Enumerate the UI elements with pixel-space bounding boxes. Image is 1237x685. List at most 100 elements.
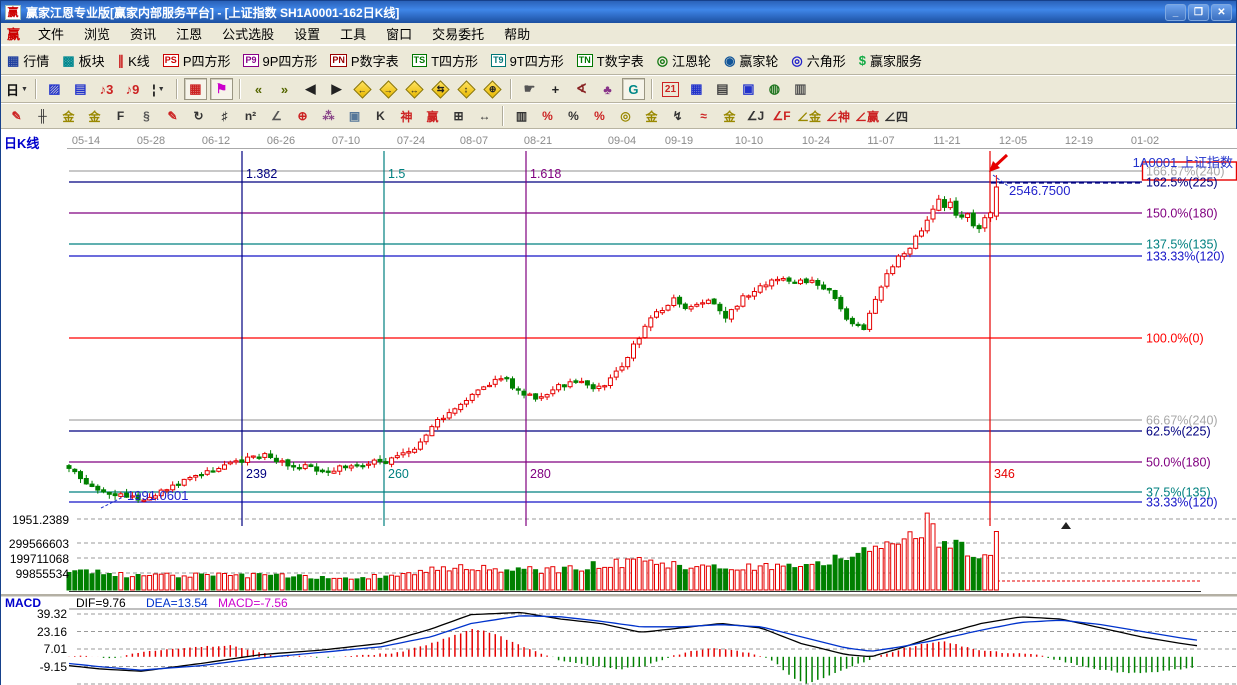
- menu-app-icon: 赢: [1, 24, 28, 43]
- angle-measure-button[interactable]: ∢: [570, 78, 593, 100]
- ying-tool-button[interactable]: 赢: [421, 106, 444, 126]
- gold-wave-button[interactable]: ≈: [692, 106, 715, 126]
- toolbar-btn-sectors[interactable]: ▩板块: [62, 51, 104, 70]
- spiral-grid-button[interactable]: §: [135, 106, 158, 126]
- angle-ying-button[interactable]: ∠赢: [854, 106, 880, 126]
- bar-grid-button[interactable]: ♯: [213, 106, 236, 126]
- menu-item-7[interactable]: 窗口: [376, 22, 422, 45]
- compress-horizontal-button[interactable]: ⇆: [429, 78, 452, 100]
- calculator-button[interactable]: ▦: [685, 78, 708, 100]
- boxed-star-button[interactable]: ▣: [343, 106, 366, 126]
- percent-line-b-button[interactable]: %: [588, 106, 611, 126]
- trend-pattern-button[interactable]: ▨: [43, 78, 66, 100]
- toolbar-btn-9t-square[interactable]: T99T四方形: [491, 51, 564, 70]
- bars-9-button[interactable]: ♪9: [121, 78, 144, 100]
- angle-four-icon: ∠四: [884, 108, 908, 125]
- menu-item-6[interactable]: 工具: [330, 22, 376, 45]
- toolbar-btn-9p-square[interactable]: P99P四方形: [243, 51, 317, 70]
- gold-grid-a-button[interactable]: 金: [57, 106, 80, 126]
- f-grid-button[interactable]: F: [109, 106, 132, 126]
- nav-last-button[interactable]: »: [273, 78, 296, 100]
- angle-shen-button[interactable]: ∠神: [825, 106, 851, 126]
- print-button[interactable]: ▥: [789, 78, 812, 100]
- bars-3-button[interactable]: ♪3: [95, 78, 118, 100]
- close-button[interactable]: ✕: [1211, 4, 1232, 21]
- split-tool-button[interactable]: ↯: [666, 106, 689, 126]
- toolbar-btn-kline[interactable]: ∥K线: [118, 51, 150, 70]
- svg-text:11-21: 11-21: [933, 135, 960, 147]
- menu-item-1[interactable]: 浏览: [74, 22, 120, 45]
- fit-screen-button[interactable]: ⊕: [481, 78, 504, 100]
- shift-left-button[interactable]: ←: [351, 78, 374, 100]
- calendar-button[interactable]: 21: [659, 78, 682, 100]
- memo-button[interactable]: ▤: [711, 78, 734, 100]
- sectors-label: 板块: [79, 51, 105, 70]
- gold-grid-b-button[interactable]: 金: [83, 106, 106, 126]
- percent-line-a-button[interactable]: %: [536, 106, 559, 126]
- title-bar[interactable]: 赢 赢家江恩专业版[赢家内部服务平台] - [上证指数 SH1A0001-162…: [1, 1, 1236, 23]
- column-table-button[interactable]: ▥: [510, 106, 533, 126]
- gold-circle-button[interactable]: ◎: [614, 106, 637, 126]
- toolbar-btn-winner-service[interactable]: $赢家服务: [859, 51, 922, 70]
- toolbar-btn-p-square[interactable]: PSP四方形: [163, 51, 231, 70]
- quotes-icon: ▦: [7, 53, 19, 68]
- k-notes-button[interactable]: K: [369, 106, 392, 126]
- number-grid-button[interactable]: ⊞: [447, 106, 470, 126]
- gold-underline-button[interactable]: 金: [718, 106, 741, 126]
- expand-vertical-button[interactable]: ↕: [455, 78, 478, 100]
- gold-grid-a-icon: 金: [62, 108, 74, 125]
- period-day-button[interactable]: 日▼: [5, 78, 29, 100]
- candle-style-button[interactable]: ¦▼: [147, 78, 170, 100]
- expand-horizontal-button[interactable]: ↔: [403, 78, 426, 100]
- drag-hand-button[interactable]: ☛: [518, 78, 541, 100]
- shift-right-button[interactable]: →: [377, 78, 400, 100]
- angle-f-button[interactable]: ∠F: [770, 106, 793, 126]
- save-button[interactable]: ▣: [737, 78, 760, 100]
- draw-pencil-2-button[interactable]: ✎: [161, 106, 184, 126]
- menu-item-2[interactable]: 资讯: [120, 22, 166, 45]
- nav-prev-button[interactable]: ◀: [299, 78, 322, 100]
- menu-item-8[interactable]: 交易委托: [422, 22, 494, 45]
- info-panel-button[interactable]: ▤: [69, 78, 92, 100]
- menu-item-3[interactable]: 江恩: [166, 22, 212, 45]
- span-arrows-button[interactable]: ↔: [473, 106, 496, 126]
- time-circle-button[interactable]: ↻: [187, 106, 210, 126]
- gann-pattern-button[interactable]: ▦: [184, 78, 207, 100]
- gann-ruler-button[interactable]: ╫: [31, 106, 54, 126]
- toolbar-btn-p-number-table[interactable]: PNP数字表: [330, 51, 398, 70]
- angle-gold-button[interactable]: ∠金: [796, 106, 822, 126]
- red-compass-button[interactable]: ⊕: [291, 106, 314, 126]
- toolbar-btn-quotes[interactable]: ▦行情: [7, 51, 49, 70]
- angle-four-button[interactable]: ∠四: [883, 106, 909, 126]
- smart-analysis-button[interactable]: G: [622, 78, 645, 100]
- web-export-button[interactable]: ◍: [763, 78, 786, 100]
- toolbar-btn-winner-wheel[interactable]: ◉赢家轮: [724, 51, 778, 70]
- crosshair-button[interactable]: +: [544, 78, 567, 100]
- toolbar-btn-t-square[interactable]: TST四方形: [412, 51, 478, 70]
- shen-tool-button[interactable]: 神: [395, 106, 418, 126]
- n-square-button[interactable]: n²: [239, 106, 262, 126]
- toolbar-btn-hexagon[interactable]: ◎六角形: [791, 51, 845, 70]
- nav-first-button[interactable]: «: [247, 78, 270, 100]
- angle-lines-button[interactable]: ∠: [265, 106, 288, 126]
- nav-next-button[interactable]: ▶: [325, 78, 348, 100]
- app-icon: 赢: [5, 5, 21, 20]
- gold-levels-button[interactable]: 金: [640, 106, 663, 126]
- menu-item-5[interactable]: 设置: [284, 22, 330, 45]
- strategy-tree-button[interactable]: ♣: [596, 78, 619, 100]
- menu-item-4[interactable]: 公式选股: [212, 22, 284, 45]
- pane-divider[interactable]: [1, 594, 1237, 597]
- draw-pencil-button[interactable]: ✎: [5, 106, 28, 126]
- toolbar-btn-t-number-table[interactable]: TNT数字表: [577, 51, 644, 70]
- star-tool-button[interactable]: ⁂: [317, 106, 340, 126]
- chart-canvas[interactable]: 05-1405-2806-1206-2607-1007-2408-0708-21…: [1, 129, 1237, 685]
- volume-profile-button[interactable]: ⚑: [210, 78, 233, 100]
- minimize-button[interactable]: _: [1165, 4, 1186, 21]
- menu-item-0[interactable]: 文件: [28, 22, 74, 45]
- maximize-button[interactable]: ❐: [1188, 4, 1209, 21]
- menu-item-9[interactable]: 帮助: [494, 22, 540, 45]
- 9p-square-label: 9P四方形: [263, 51, 318, 70]
- percent-button[interactable]: %: [562, 106, 585, 126]
- angle-j-button[interactable]: ∠J: [744, 106, 767, 126]
- toolbar-btn-gann-wheel[interactable]: ◎江恩轮: [657, 51, 711, 70]
